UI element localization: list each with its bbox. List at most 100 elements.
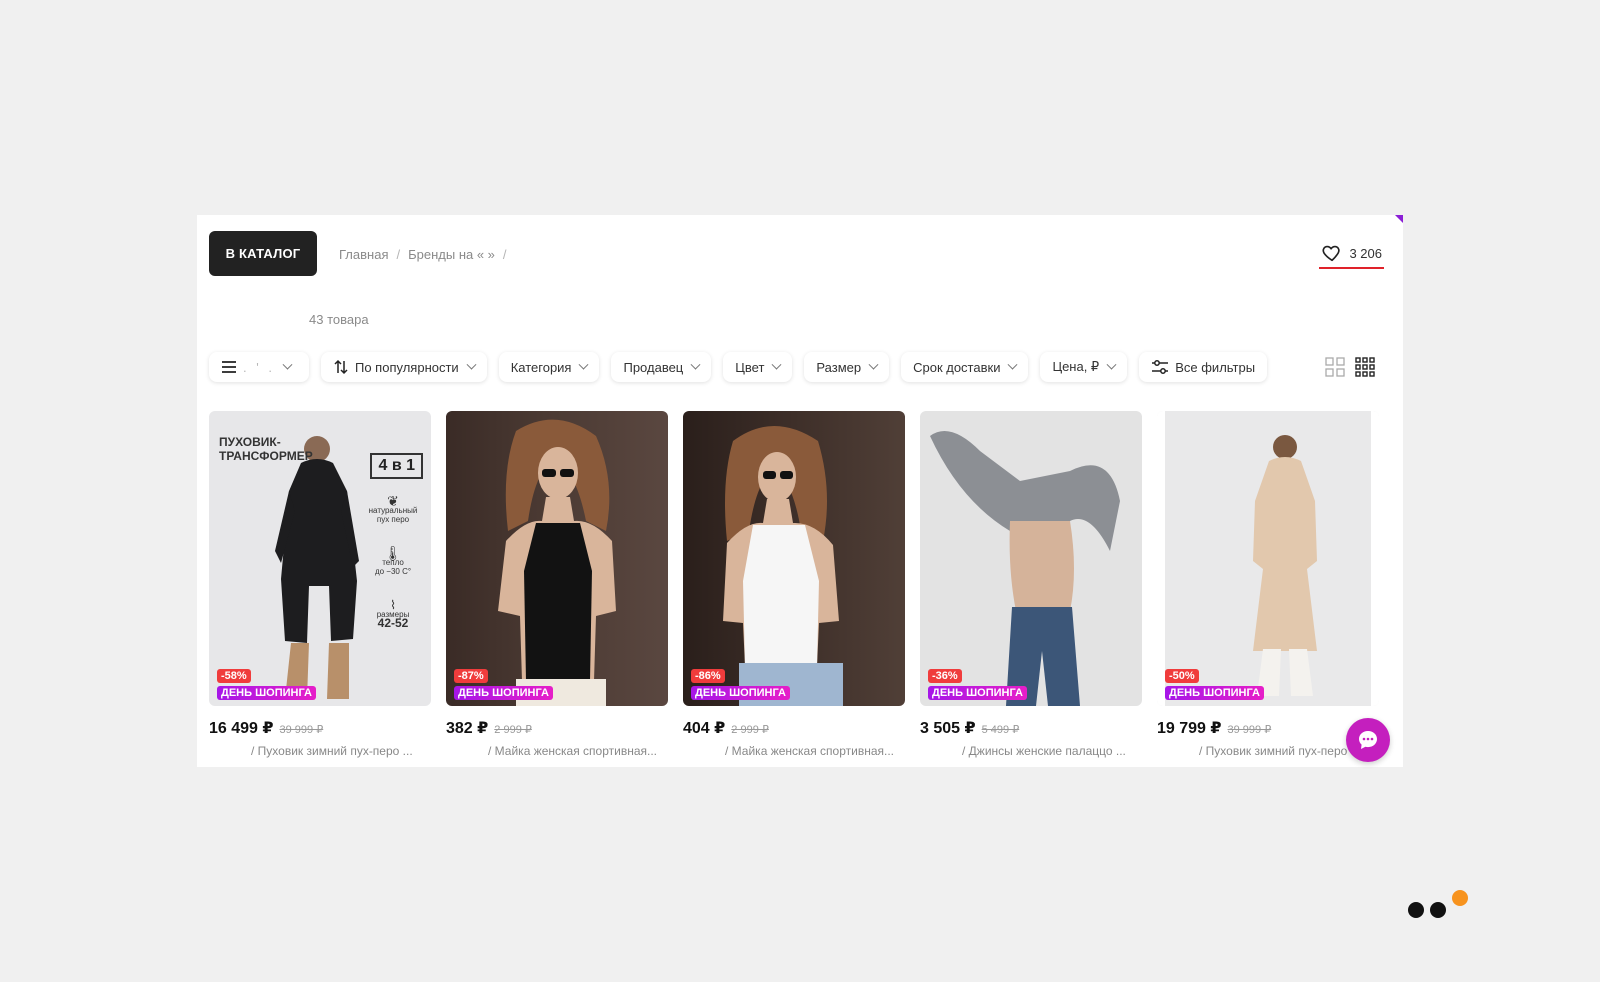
product-title[interactable]: / Майка женская спортивная... — [683, 744, 905, 758]
product-title[interactable]: / Джинсы женские палаццо ... — [920, 744, 1142, 758]
beige-coat-photo — [1157, 411, 1379, 706]
all-filters-button[interactable]: Все фильтры — [1139, 352, 1268, 382]
chevron-down-icon — [1008, 359, 1018, 370]
feature-warm-value: до −30 С° — [374, 567, 412, 576]
feature-sizes: ⌇ размеры 42-52 — [363, 598, 423, 630]
chevron-down-icon — [466, 359, 477, 370]
corner-mark — [1395, 215, 1403, 223]
promo-badge: ДЕНЬ ШОПИНГА — [1165, 686, 1264, 700]
old-price: 39 999 ₽ — [279, 724, 324, 736]
promo-badge: ДЕНЬ ШОПИНГА — [928, 686, 1027, 700]
filter-category[interactable]: Категория — [498, 352, 600, 382]
feature-warm: 🌡 тепло до −30 С° — [363, 545, 423, 576]
current-price: 16 499 ₽ — [209, 720, 274, 737]
product-image[interactable]: -86% ДЕНЬ ШОПИНГА — [683, 411, 905, 706]
dot-orange — [1452, 890, 1468, 906]
all-filters-label: Все фильтры — [1175, 359, 1256, 375]
breadcrumb-brands[interactable]: Бренды на « » — [408, 247, 495, 262]
product-title[interactable]: / Пуховик зимний пух-перо — [1157, 744, 1379, 758]
product-image[interactable]: -36% ДЕНЬ ШОПИНГА — [920, 411, 1142, 706]
chevron-down-icon — [868, 359, 879, 370]
discount-badge: -58% — [217, 669, 251, 683]
filter-label: Продавец — [623, 359, 684, 375]
menu-filter[interactable]: . ' . — [209, 352, 309, 382]
breadcrumb-separator: / — [502, 247, 507, 262]
product-image[interactable]: -50% ДЕНЬ ШОПИНГА — [1157, 411, 1379, 706]
current-price: 3 505 ₽ — [920, 720, 976, 737]
brand-dots-logo — [1408, 890, 1472, 920]
hamburger-icon — [222, 361, 236, 373]
dot-black-2 — [1430, 902, 1446, 918]
sort-label: По популярности — [355, 359, 459, 375]
product-card[interactable]: -87% ДЕНЬ ШОПИНГА 382 ₽ 2 999 ₽ / Майка … — [446, 411, 668, 758]
product-card[interactable]: -50% ДЕНЬ ШОПИНГА 19 799 ₽ 39 999 ₽ / Пу… — [1157, 411, 1379, 758]
discount-badge: -87% — [454, 669, 488, 683]
white-tank-photo — [723, 426, 843, 706]
promo-badge: ДЕНЬ ШОПИНГА — [454, 686, 553, 700]
current-price: 404 ₽ — [683, 720, 726, 737]
filter-delivery[interactable]: Срок доставки — [901, 352, 1029, 382]
price-row: 16 499 ₽ 39 999 ₽ — [209, 718, 431, 738]
badges: -36% ДЕНЬ ШОПИНГА — [928, 669, 1027, 700]
product-count: 43 товара — [309, 312, 369, 327]
catalog-button[interactable]: В КАТАЛОГ — [209, 231, 317, 276]
breadcrumb: Главная / Бренды на « » / — [339, 247, 507, 262]
filter-bar: . ' . По популярности Категория Продавец… — [209, 352, 1268, 382]
filter-label: Цвет — [735, 359, 765, 375]
product-card[interactable]: -86% ДЕНЬ ШОПИНГА 404 ₽ 2 999 ₽ / Майка … — [683, 411, 905, 758]
discount-badge: -36% — [928, 669, 962, 683]
chevron-down-icon — [690, 359, 701, 370]
feature-down: ❦ натуральный пух перо — [363, 494, 423, 524]
view-toggle — [1325, 357, 1375, 377]
thermometer-icon: 🌡 — [384, 545, 402, 561]
filter-size[interactable]: Размер — [804, 352, 890, 382]
product-card[interactable]: -36% ДЕНЬ ШОПИНГА 3 505 ₽ 5 499 ₽ / Джин… — [920, 411, 1142, 758]
feature-warm-label: тепло — [382, 558, 404, 567]
product-grid: ПУХОВИК- ТРАНСФОРМЕР 4 в 1 ❦ натуральный… — [209, 411, 1379, 758]
sliders-icon — [1152, 360, 1169, 374]
promo-badge: ДЕНЬ ШОПИНГА — [691, 686, 790, 700]
current-price: 19 799 ₽ — [1157, 720, 1222, 737]
chevron-down-icon — [282, 359, 293, 370]
product-title[interactable]: / Майка женская спортивная... — [446, 744, 668, 758]
filter-label: Категория — [510, 359, 572, 375]
chat-button[interactable] — [1346, 718, 1390, 762]
badges: -58% ДЕНЬ ШОПИНГА — [217, 669, 316, 700]
filter-seller[interactable]: Продавец — [611, 352, 712, 382]
chevron-down-icon — [579, 359, 589, 370]
filter-label: Размер — [816, 359, 862, 375]
promo-badge: ДЕНЬ ШОПИНГА — [217, 686, 316, 700]
heart-icon — [1322, 245, 1341, 262]
price-row: 382 ₽ 2 999 ₽ — [446, 718, 668, 738]
price-row: 3 505 ₽ 5 499 ₽ — [920, 718, 1142, 738]
product-image[interactable]: -87% ДЕНЬ ШОПИНГА — [446, 411, 668, 706]
filter-label: Цена, ₽ — [1052, 359, 1100, 374]
breadcrumb-home[interactable]: Главная — [339, 247, 388, 262]
old-price: 2 999 ₽ — [494, 724, 532, 736]
old-price: 2 999 ₽ — [731, 724, 769, 736]
catalog-page: В КАТАЛОГ Главная / Бренды на « » / 3 20… — [197, 215, 1403, 767]
four-in-one-badge: 4 в 1 — [370, 453, 423, 479]
chat-icon — [1359, 731, 1377, 749]
favorites-count: 3 206 — [1349, 245, 1382, 261]
jeans-photo — [930, 431, 1120, 706]
discount-badge: -50% — [1165, 669, 1199, 683]
discount-badge: -86% — [691, 669, 725, 683]
badges: -50% ДЕНЬ ШОПИНГА — [1165, 669, 1264, 700]
filter-color[interactable]: Цвет — [723, 352, 793, 382]
breadcrumb-separator: / — [396, 247, 401, 262]
sort-icon — [334, 359, 348, 375]
dot-black-1 — [1408, 902, 1424, 918]
sort-dropdown[interactable]: По популярности — [321, 352, 487, 382]
old-price: 39 999 ₽ — [1227, 724, 1272, 736]
filter-price[interactable]: Цена, ₽ — [1040, 352, 1128, 382]
product-card[interactable]: ПУХОВИК- ТРАНСФОРМЕР 4 в 1 ❦ натуральный… — [209, 411, 431, 758]
grid-large-icon[interactable] — [1325, 357, 1345, 377]
product-image[interactable]: ПУХОВИК- ТРАНСФОРМЕР 4 в 1 ❦ натуральный… — [209, 411, 431, 706]
favorites-button[interactable]: 3 206 — [1319, 239, 1384, 269]
grid-small-icon[interactable] — [1355, 357, 1375, 377]
product-title[interactable]: / Пуховик зимний пух-перо ... — [209, 744, 431, 758]
tape-icon: ⌇ — [390, 598, 396, 612]
filter-label: Срок доставки — [913, 359, 1001, 375]
feature-sizes-value: 42-52 — [377, 616, 409, 630]
